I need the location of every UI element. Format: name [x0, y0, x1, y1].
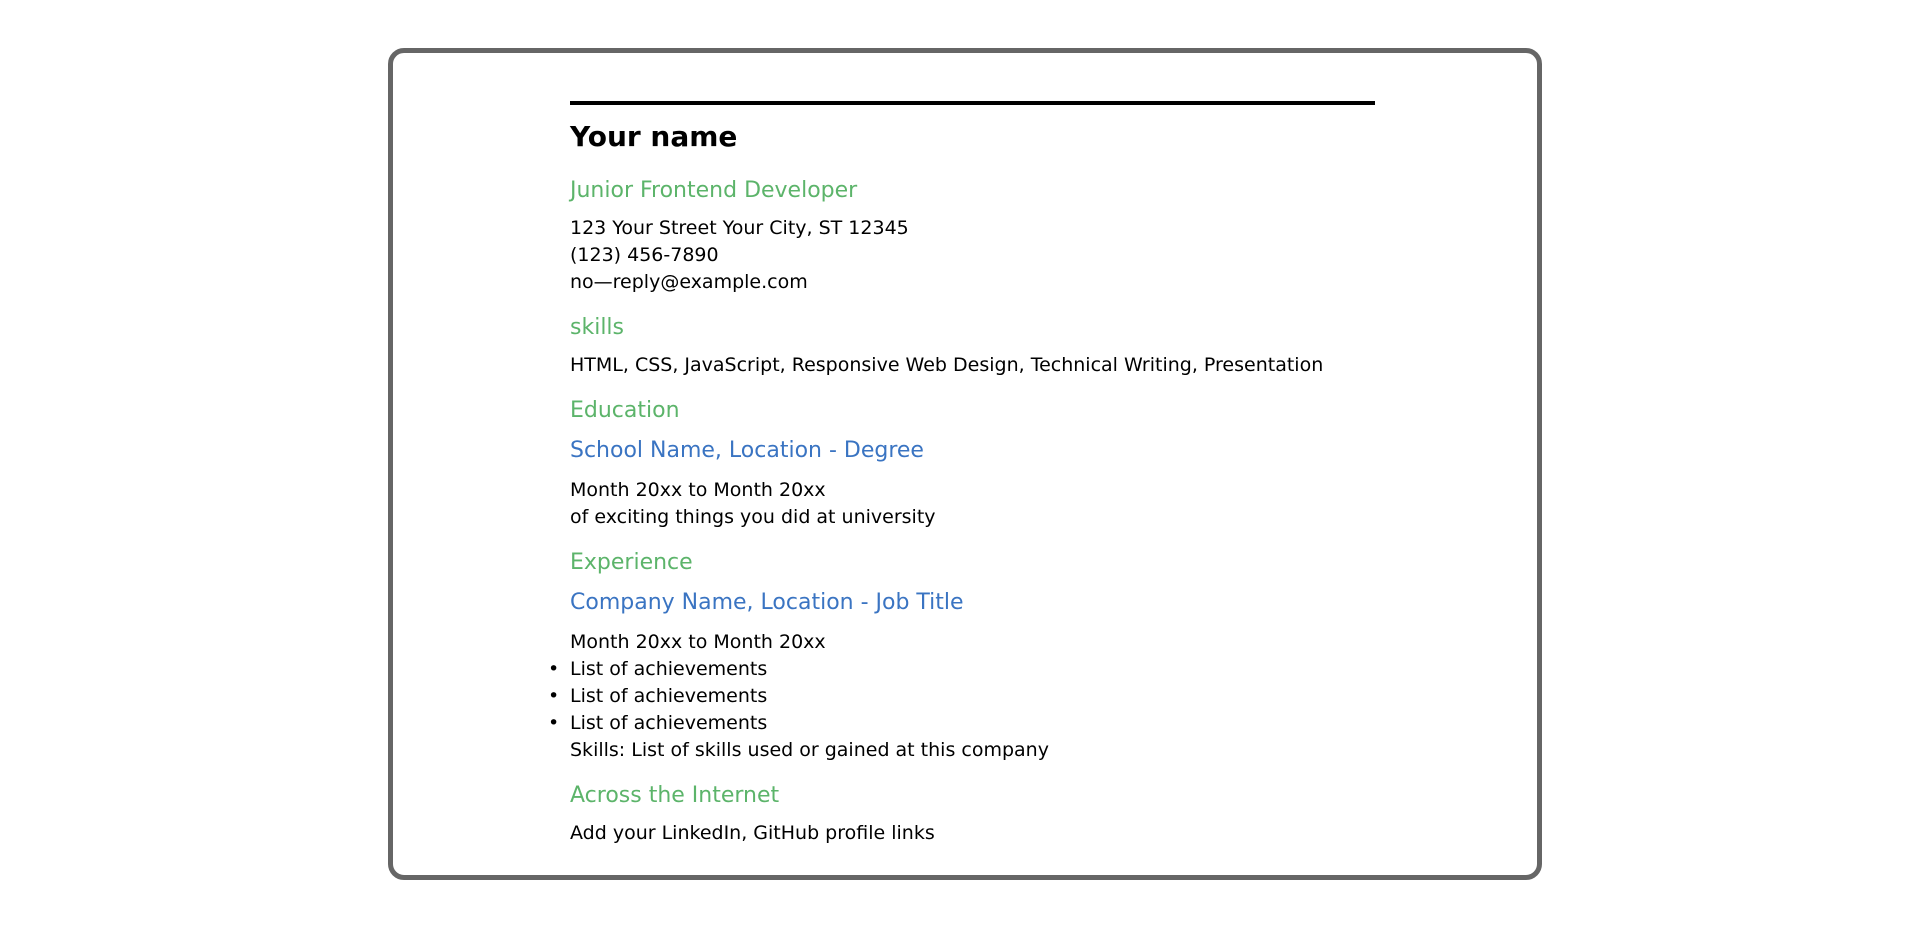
education-details: Month 20xx to Month 20xx of exciting thi…: [570, 477, 1375, 531]
internet-section: Add your LinkedIn, GitHub profile links: [570, 820, 1375, 847]
achievement-text: List of achievements: [570, 685, 768, 707]
skills-section: HTML, CSS, JavaScript, Responsive Web De…: [570, 352, 1375, 379]
skills-text: HTML, CSS, JavaScript, Responsive Web De…: [570, 354, 1324, 376]
bullet-icon: •: [548, 658, 560, 680]
resume-name: Your name: [570, 120, 738, 153]
education-description: of exciting things you did at university: [570, 506, 936, 528]
achievement-text: List of achievements: [570, 658, 768, 680]
list-item: • List of achievements: [548, 656, 1375, 683]
skills-heading: skills: [570, 315, 625, 340]
contact-email: no—reply@example.com: [570, 271, 808, 293]
internet-heading: Across the Internet: [570, 783, 780, 808]
education-heading: Education: [570, 398, 680, 423]
experience-entry-title: Company Name, Location - Job Title: [570, 590, 964, 615]
bullet-icon: •: [548, 712, 560, 734]
education-entry-title: School Name, Location - Degree: [570, 438, 924, 463]
resume-content: Your name Junior Frontend Developer 123 …: [548, 101, 1375, 863]
resume-frame: Your name Junior Frontend Developer 123 …: [388, 48, 1542, 880]
top-divider: [570, 101, 1375, 105]
list-item: • List of achievements: [548, 710, 1375, 737]
experience-heading: Experience: [570, 550, 693, 575]
achievement-list: • List of achievements • List of achieveme…: [548, 656, 1375, 737]
bullet-icon: •: [548, 685, 560, 707]
achievement-text: List of achievements: [570, 712, 768, 734]
experience-dates: Month 20xx to Month 20xx: [570, 631, 826, 653]
experience-details: Month 20xx to Month 20xx • List of achiev…: [548, 629, 1375, 764]
list-item: • List of achievements: [548, 683, 1375, 710]
job-title-heading: Junior Frontend Developer: [570, 178, 858, 203]
contact-address: 123 Your Street Your City, ST 12345: [570, 217, 909, 239]
contact-phone: (123) 456-7890: [570, 244, 719, 266]
internet-text: Add your LinkedIn, GitHub profile links: [570, 822, 935, 844]
education-dates: Month 20xx to Month 20xx: [570, 479, 826, 501]
contact-info: 123 Your Street Your City, ST 12345 (123…: [570, 215, 1375, 296]
experience-skills: Skills: List of skills used or gained at…: [570, 739, 1049, 761]
